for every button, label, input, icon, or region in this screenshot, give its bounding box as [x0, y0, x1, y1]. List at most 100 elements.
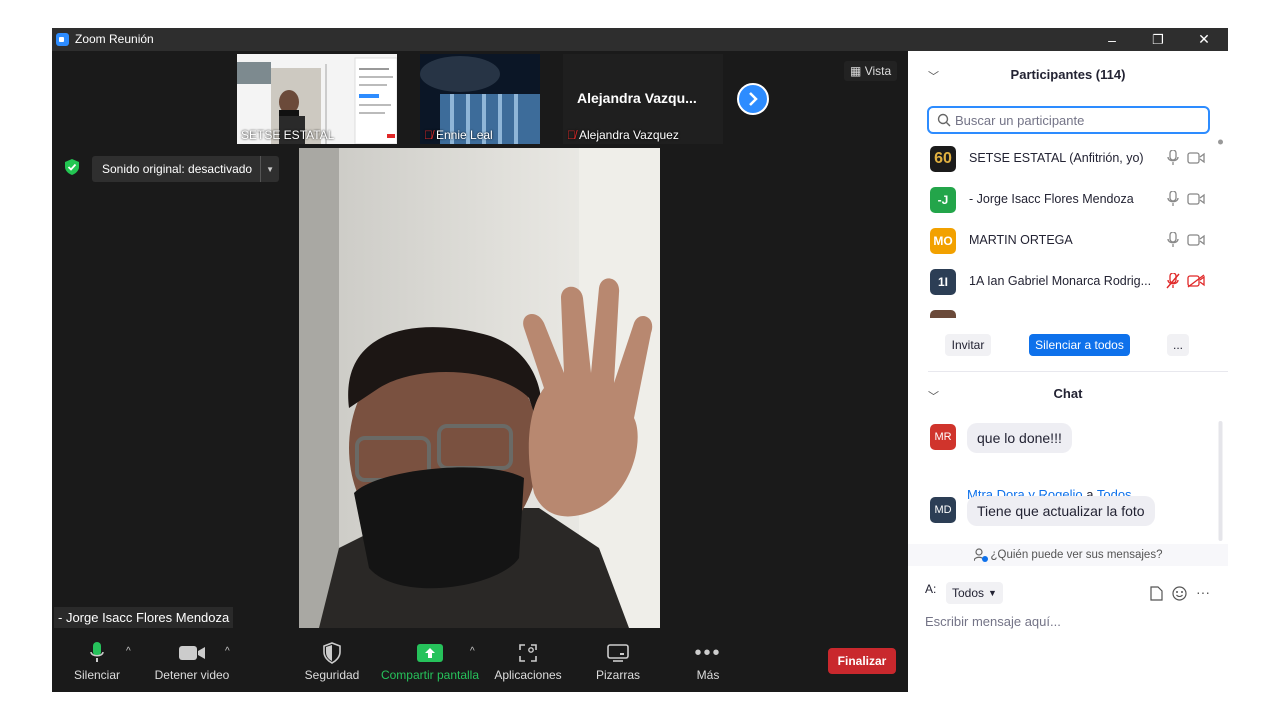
window-title: Zoom Reunión — [75, 32, 154, 46]
security-label: Seguridad — [304, 668, 360, 682]
restore-button[interactable]: ❐ — [1135, 28, 1181, 51]
view-button[interactable]: ▦ Vista — [844, 61, 898, 81]
security-button[interactable]: Seguridad — [304, 638, 360, 692]
video-strip: SETSE ESTATAL 🎙̸ Ennie Leal Alejandra Vaz… — [52, 51, 908, 148]
share-screen-label: Compartir pantalla — [380, 668, 480, 682]
microphone-icon[interactable] — [1166, 232, 1180, 248]
caret-up-icon[interactable]: ^ — [470, 646, 475, 657]
meeting-toolbar: Silenciar ^ Detener video ^ Seguridad Co… — [52, 638, 908, 692]
original-sound-toggle[interactable]: Sonido original: desactivado ▼ — [92, 156, 280, 182]
caret-up-icon[interactable]: ^ — [225, 646, 230, 657]
microphone-icon[interactable] — [1166, 150, 1180, 166]
chat-more-button[interactable]: ··· — [1196, 584, 1210, 600]
title-bar: Zoom Reunión – ❐ ✕ — [52, 28, 1228, 51]
avatar: MR — [930, 424, 956, 450]
thumbnail-name-overlay: Alejandra Vazqu... — [577, 90, 697, 106]
chat-scrollbar[interactable] — [1218, 421, 1223, 551]
participants-scrollbar[interactable] — [1218, 138, 1223, 318]
thumbnail-ennie-leal[interactable]: 🎙̸ Ennie Leal — [420, 54, 540, 144]
next-page-button[interactable] — [737, 83, 769, 115]
recipient-value: Todos — [952, 586, 985, 600]
mute-label: Silenciar — [73, 668, 121, 682]
stop-video-label: Detener video — [154, 668, 230, 682]
apps-icon — [519, 644, 537, 662]
participant-row[interactable]: -J - Jorge Isacc Flores Mendoza — [908, 179, 1218, 220]
active-speaker-video — [299, 148, 660, 628]
stop-video-button[interactable]: Detener video — [152, 638, 232, 692]
participant-search-input[interactable]: Buscar un participante — [927, 106, 1210, 134]
avatar: MO — [930, 228, 956, 254]
search-placeholder: Buscar un participante — [955, 112, 1085, 128]
participant-name: - Jorge Isacc Flores Mendoza — [969, 192, 1134, 206]
zoom-window: Zoom Reunión – ❐ ✕ SETSE ESTATAL 🎙̸ Enni… — [52, 28, 1228, 692]
thumbnail-label: Alejandra Vazquez — [579, 128, 679, 142]
zoom-logo-icon — [56, 33, 69, 46]
speaker-name-label: - Jorge Isacc Flores Mendoza — [54, 607, 234, 628]
participants-more-button[interactable]: ... — [1167, 334, 1189, 356]
avatar — [930, 310, 956, 318]
file-icon[interactable] — [1150, 586, 1163, 601]
shield-icon — [323, 642, 341, 664]
speaker-video-image — [299, 148, 660, 628]
who-can-see-link[interactable]: ¿Quién puede ver sus mensajes? — [908, 544, 1228, 566]
view-label: Vista — [864, 64, 892, 78]
sound-pill-label: Sonido original: desactivado — [102, 162, 253, 176]
microphone-icon[interactable] — [1166, 191, 1180, 207]
camera-icon[interactable] — [1187, 151, 1205, 165]
whiteboards-label: Pizarras — [595, 668, 640, 682]
more-label: Más — [696, 668, 720, 682]
thumbnail-label-wrap: 🎙̸ Ennie Leal — [424, 128, 493, 142]
whiteboards-button[interactable]: Pizarras — [592, 638, 644, 692]
search-icon — [937, 113, 951, 127]
invite-button[interactable]: Invitar — [945, 334, 991, 356]
caret-up-icon[interactable]: ^ — [126, 646, 131, 657]
avatar: MD — [930, 497, 956, 523]
share-screen-icon — [417, 644, 443, 662]
video-camera-icon — [179, 646, 205, 660]
muted-mic-icon: 🎙̸ — [567, 128, 576, 142]
apps-button[interactable]: Aplicaciones — [492, 638, 564, 692]
mute-all-button[interactable]: Silenciar a todos — [1029, 334, 1130, 356]
camera-off-icon[interactable] — [1187, 274, 1205, 288]
camera-icon[interactable] — [1187, 233, 1205, 247]
to-label: A: — [925, 582, 937, 596]
participant-name: MARTIN ORTEGA — [969, 233, 1073, 247]
participants-header: Participantes (114) — [1010, 67, 1126, 82]
chevron-down-icon: ▼ — [988, 588, 997, 598]
thumbnail-alejandra[interactable]: Alejandra Vazqu... 🎙̸ Alejandra Vazquez — [563, 54, 723, 144]
minimize-button[interactable]: – — [1089, 28, 1135, 51]
participant-row[interactable]: 60 SETSE ESTATAL (Anfitrión, yo) — [908, 138, 1218, 179]
emoji-icon[interactable] — [1172, 586, 1187, 601]
more-button[interactable]: ••• Más — [688, 638, 728, 692]
thumbnail-label: Ennie Leal — [436, 128, 493, 142]
participant-name: SETSE ESTATAL (Anfitrión, yo) — [969, 151, 1144, 165]
side-panel: ﹀ Participantes (114) Buscar un particip… — [908, 51, 1228, 692]
thumbnail-label-wrap: 🎙̸ Alejandra Vazquez — [567, 128, 679, 142]
shield-check-icon[interactable] — [65, 159, 79, 175]
end-meeting-button[interactable]: Finalizar — [828, 648, 896, 674]
participant-row[interactable] — [908, 302, 1218, 318]
chat-bubble[interactable]: Tiene que actualizar la foto — [967, 496, 1155, 526]
mic-muted-icon[interactable] — [1166, 273, 1180, 289]
avatar: 1I — [930, 269, 956, 295]
video-area: SETSE ESTATAL 🎙̸ Ennie Leal Alejandra Vaz… — [52, 51, 908, 692]
muted-mic-icon: 🎙̸ — [424, 128, 433, 142]
chat-message-input[interactable]: Escribir mensaje aquí... — [925, 614, 1061, 629]
chevron-right-icon — [749, 92, 758, 106]
participant-row[interactable]: 1I 1A Ian Gabriel Monarca Rodrig... — [908, 261, 1218, 302]
participant-row[interactable]: MO MARTIN ORTEGA — [908, 220, 1218, 261]
camera-icon[interactable] — [1187, 192, 1205, 206]
participant-name: 1A Ian Gabriel Monarca Rodrig... — [969, 274, 1152, 288]
chat-header: Chat — [1053, 386, 1083, 401]
thumbnail-setse[interactable]: SETSE ESTATAL — [237, 54, 397, 144]
avatar: -J — [930, 187, 956, 213]
caret-down-icon[interactable]: ▼ — [260, 156, 279, 182]
share-screen-button[interactable]: Compartir pantalla — [378, 638, 482, 692]
more-dots-icon: ••• — [694, 641, 722, 664]
chat-bubble[interactable]: que lo done!!! — [967, 423, 1072, 453]
mute-button[interactable]: Silenciar — [72, 638, 122, 692]
whiteboard-icon — [607, 644, 629, 662]
grid-icon: ▦ — [850, 64, 862, 78]
recipient-select[interactable]: Todos ▼ — [946, 582, 1003, 604]
close-button[interactable]: ✕ — [1181, 28, 1227, 51]
